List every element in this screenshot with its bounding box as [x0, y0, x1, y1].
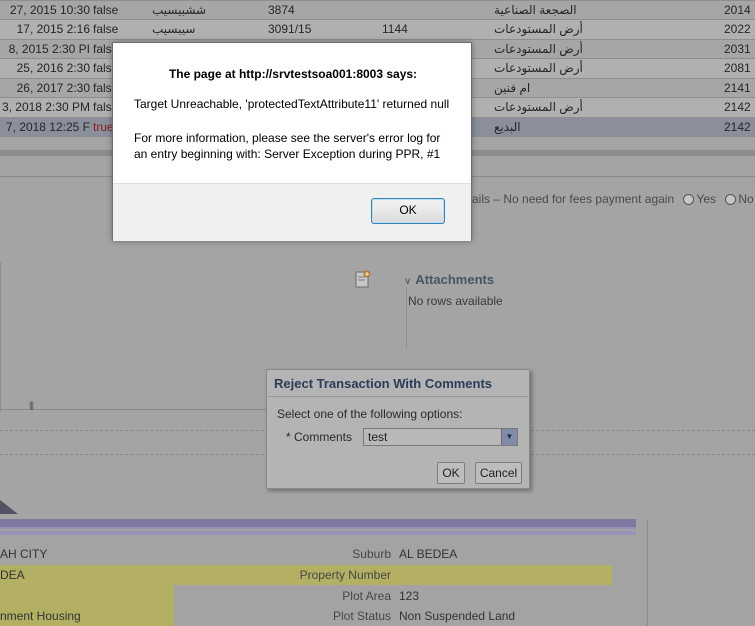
alert-message: Target Unreachable, 'protectedTextAttrib… [134, 97, 450, 111]
area-cell: أرض المستودعات [494, 22, 583, 36]
code-cell: 2031 [724, 41, 751, 56]
area-cell: أرض المستودعات [494, 61, 583, 75]
left-panel-border [0, 262, 1, 412]
add-attachment-icon[interactable] [355, 270, 371, 288]
fees-text: cails – No need for fees payment again [466, 192, 675, 206]
chevron-down-icon: ∨ [404, 276, 412, 287]
code-cell: 2014 [724, 2, 751, 17]
plot-status-label: Plot Status [332, 609, 391, 623]
radio-yes-label: Yes [696, 192, 717, 206]
date-cell: 26, 2017 2:30 [16, 80, 90, 95]
suburb-row: AH CITY Suburb AL BEDEA [0, 544, 612, 564]
suburb-value: AL BEDEA [399, 547, 458, 561]
date-cell: 8, 2015 2:30 PI [8, 41, 90, 56]
number-cell: 3874 [268, 2, 295, 17]
table-row[interactable]: 27, 2015 10:30 false ششبيسيب 3874 الصجعة الص… [0, 0, 755, 20]
radio-no[interactable] [725, 194, 737, 205]
code-cell: 2142 [724, 119, 751, 134]
flag-cell: false [93, 2, 119, 17]
reject-ok-button[interactable]: OK [437, 462, 465, 484]
reject-cancel-button[interactable]: Cancel [475, 462, 522, 484]
city-value: AH CITY [0, 547, 48, 561]
plot-area-label: Plot Area [342, 589, 391, 603]
alert-title: The page at http://srvtestsoa001:8003 sa… [168, 67, 418, 81]
code-cell: 2142 [724, 100, 751, 114]
housing-value: nment Housing [0, 609, 81, 623]
corner-triangle-icon [0, 500, 18, 514]
code-cell: 2081 [724, 61, 751, 75]
name-cell: ششبيسيب [152, 2, 207, 17]
attachments-title: Attachments [415, 272, 495, 287]
resize-grip-icon[interactable]: ||| [29, 400, 34, 410]
date-cell: 3, 2018 2:30 PM [1, 100, 90, 114]
area-value: DEA [0, 568, 25, 582]
number-cell: 3091/15 [268, 22, 312, 36]
attachments-border [406, 287, 407, 349]
comments-label: * Comments [286, 430, 353, 444]
reject-dialog-title: Reject Transaction With Comments [274, 376, 493, 391]
reject-dialog-prompt: Select one of the following options: [277, 407, 463, 421]
property-panel-header-band [0, 531, 636, 535]
number2-cell: 1144 [382, 22, 408, 36]
date-cell: 27, 2015 10:30 [9, 2, 90, 17]
left-panel-bottom [0, 409, 270, 410]
attachments-empty-text: No rows available [408, 294, 503, 308]
alert-info: For more information, please see the ser… [134, 131, 441, 161]
flag-cell: false [93, 22, 119, 36]
attachments-header[interactable]: ∨ Attachments [404, 272, 494, 287]
fees-option-row: cails – No need for fees payment again Y… [466, 192, 755, 206]
radio-no-label: No [738, 192, 754, 206]
area-cell: ام فنين [494, 80, 531, 95]
chevron-down-icon[interactable]: ▼ [501, 429, 517, 445]
code-cell: 2141 [724, 80, 751, 95]
plot-status-row: nment Housing Plot Status Non Suspended … [0, 606, 612, 626]
name-cell: سيبسيب [152, 22, 196, 36]
plot-area-value: 123 [399, 589, 420, 603]
reject-dialog: Reject Transaction With Comments Select … [266, 369, 530, 489]
reject-dialog-divider [268, 396, 528, 397]
alert-footer: OK [113, 183, 471, 241]
plot-area-row: Plot Area 123 [0, 586, 612, 606]
property-number-label: Property Number [299, 568, 391, 582]
date-cell: 17, 2015 2:16 [16, 22, 90, 36]
area-cell: البديع [494, 119, 521, 134]
property-panel-header [0, 519, 636, 529]
alert-dialog: The page at http://srvtestsoa001:8003 sa… [112, 42, 472, 241]
comments-select-value: test [368, 430, 388, 444]
date-cell: 25, 2016 2:30 [16, 61, 90, 75]
table-row[interactable]: 17, 2015 2:16 false سيبسيب 3091/15 1144 أرض ا… [0, 20, 755, 40]
area-cell: أرض المستودعات [494, 100, 583, 114]
comments-select[interactable]: test ▼ [363, 428, 518, 446]
plot-status-value: Non Suspended Land [399, 609, 516, 623]
suburb-label: Suburb [352, 547, 391, 561]
radio-yes[interactable] [683, 194, 695, 205]
alert-ok-button[interactable]: OK [371, 198, 445, 224]
property-number-row: DEA Property Number [0, 565, 612, 585]
code-cell: 2022 [724, 22, 751, 36]
area-cell: الصجعة الصناعية [494, 2, 577, 17]
date-cell: 7, 2018 12:25 F [5, 119, 90, 134]
area-cell: أرض المستودعات [494, 41, 583, 56]
